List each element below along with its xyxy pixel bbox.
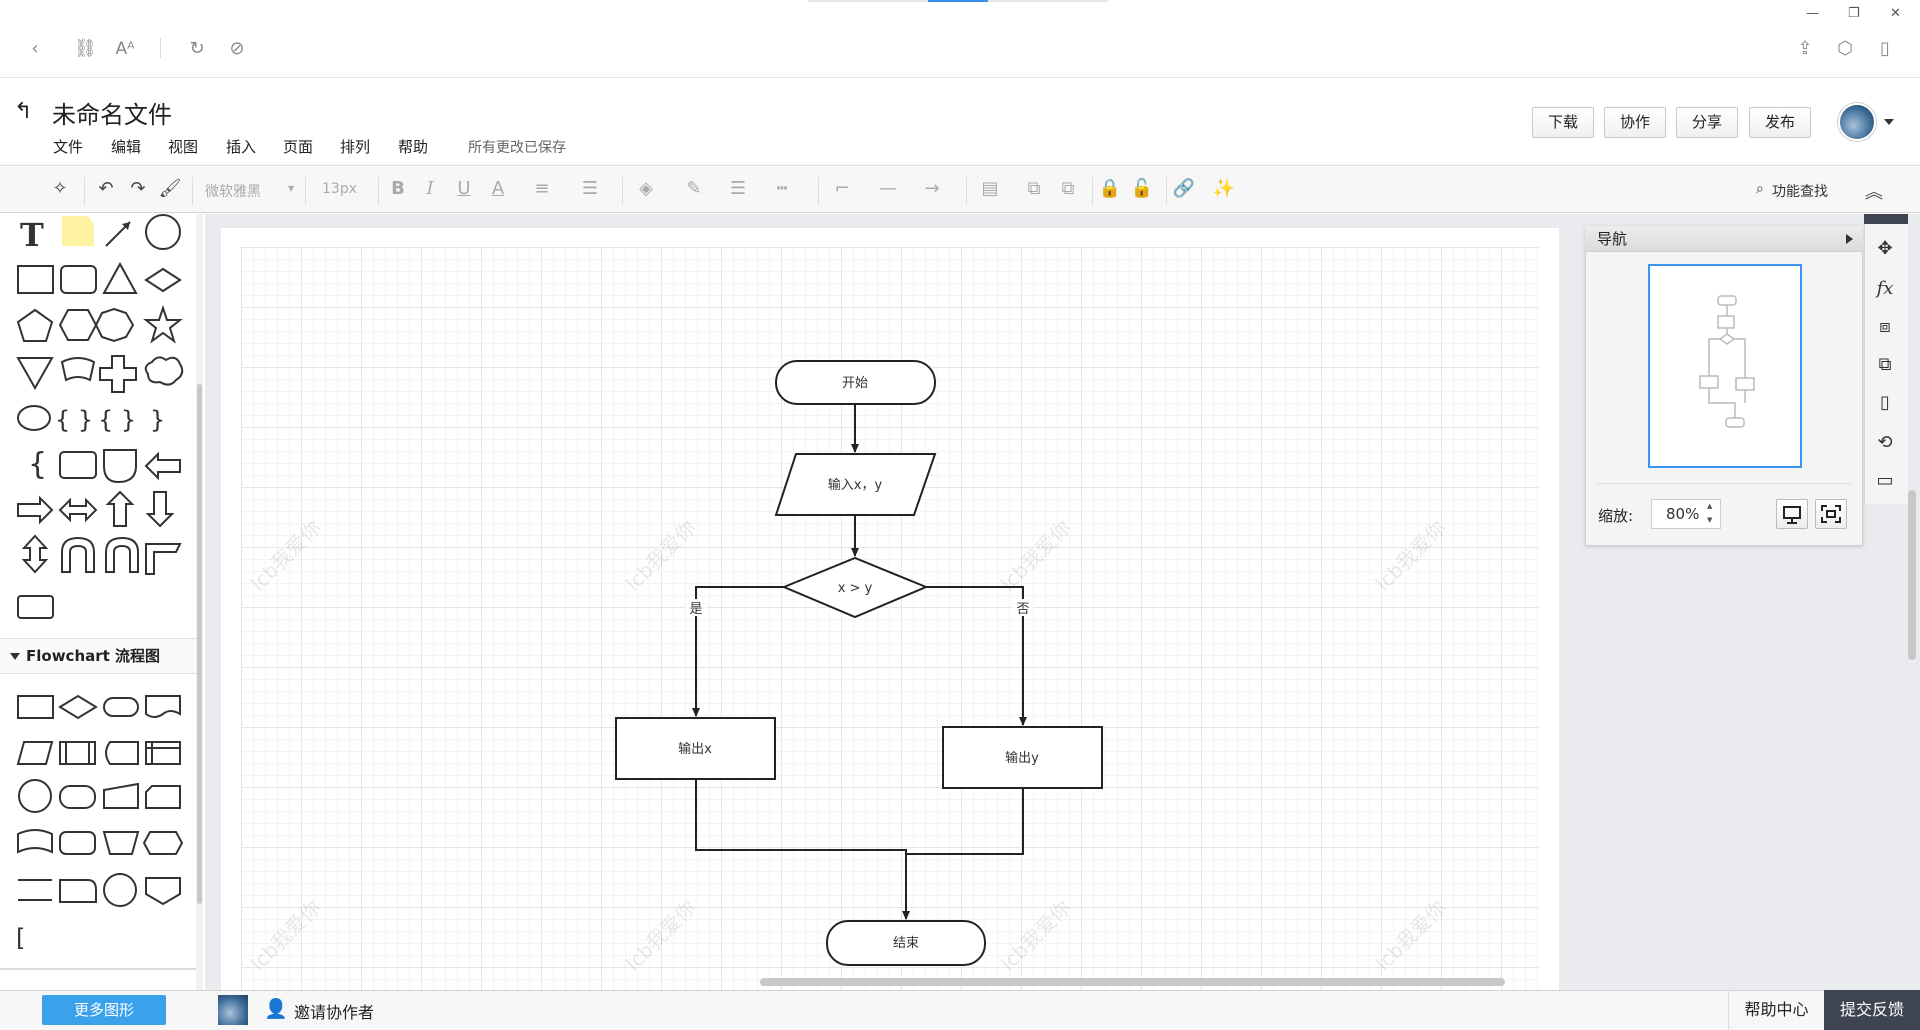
no-label: 否 [1016, 602, 1029, 617]
navigator-viewport[interactable] [1648, 264, 1802, 468]
help-center-button[interactable]: 帮助中心 [1728, 990, 1824, 1030]
page-icon[interactable]: ▯ [1872, 390, 1898, 416]
node-start-label: 开始 [842, 376, 868, 391]
edge-outy-end [906, 788, 1024, 855]
add-user-icon[interactable]: 👤 [264, 997, 288, 1020]
status-bar [0, 990, 1920, 1030]
node-input-label: 输入x，y [828, 477, 883, 493]
navigator-title[interactable]: 导航 [1585, 226, 1863, 252]
edge-decision-yes [692, 586, 784, 717]
edge-outx-end [695, 779, 910, 920]
node-decision-label: x > y [838, 581, 873, 596]
history-icon[interactable]: ⟲ [1872, 430, 1898, 456]
presentation-button[interactable] [1776, 499, 1808, 529]
rail-top-bar [1864, 214, 1908, 224]
navigator-divider [1597, 483, 1851, 484]
presentation-icon [1783, 506, 1801, 524]
comment-icon[interactable]: ▭ [1872, 468, 1898, 494]
navigator-preview [1699, 295, 1755, 428]
navigator-icon[interactable]: ✥ [1872, 236, 1898, 262]
more-shapes-button[interactable]: 更多图形 [42, 995, 166, 1025]
yes-label: 是 [689, 602, 702, 617]
collaborator-avatar [218, 995, 248, 1025]
feedback-button[interactable]: 提交反馈 [1824, 990, 1920, 1030]
edge-decision-no [926, 586, 1027, 726]
pages-icon[interactable]: ⧉ [1872, 352, 1898, 378]
fit-screen-icon [1821, 505, 1841, 523]
canvas-vertical-scrollbar[interactable] [1908, 490, 1916, 660]
node-output-y-label: 输出y [1005, 750, 1039, 766]
invite-collaborator-button[interactable]: 邀请协作者 [294, 999, 374, 1023]
fit-page-button[interactable] [1815, 499, 1847, 529]
formula-icon[interactable]: fx [1872, 276, 1898, 302]
zoom-label: 缩放: [1598, 507, 1634, 525]
zoom-up-icon[interactable]: ▲ [1707, 502, 1712, 510]
canvas-horizontal-scrollbar[interactable] [760, 978, 1505, 986]
crop-icon[interactable]: ⧈ [1872, 314, 1898, 340]
zoom-down-icon[interactable]: ▼ [1707, 516, 1712, 524]
node-end-label: 结束 [893, 936, 919, 951]
node-output-x-label: 输出x [678, 741, 712, 757]
